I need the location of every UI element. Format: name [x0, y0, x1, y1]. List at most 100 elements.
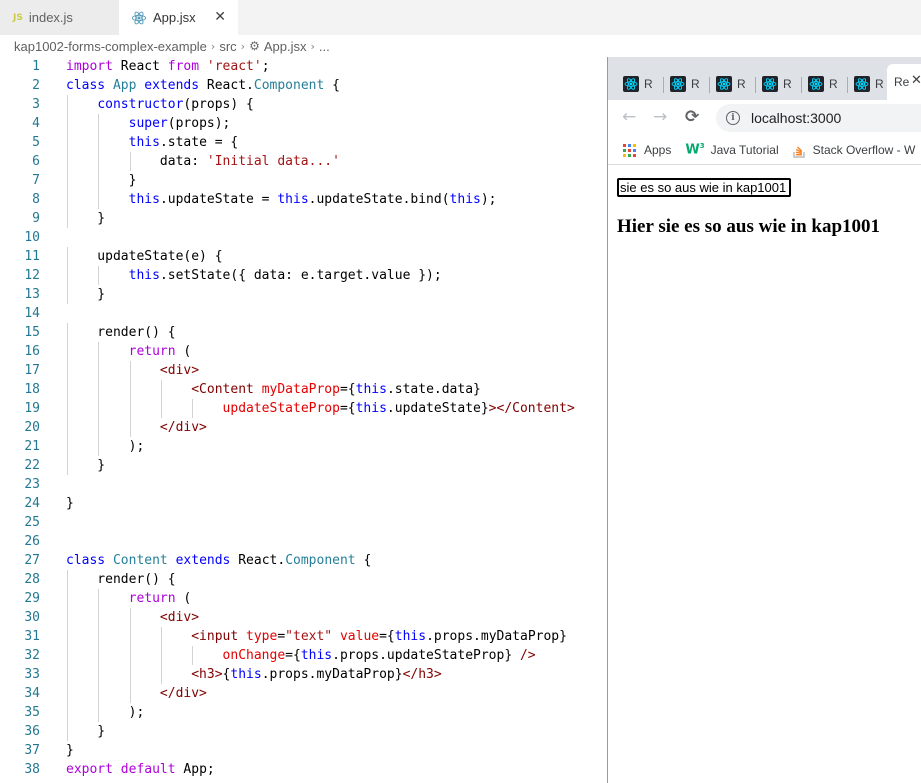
- chevron-right-icon: ›: [210, 39, 216, 53]
- code-line: 32 onChange={this.props.updateStateProp}…: [0, 646, 607, 665]
- code-token: .props.myDataProp}: [261, 667, 403, 682]
- line-number: 25: [24, 515, 40, 530]
- code-token: this: [449, 192, 481, 207]
- close-icon[interactable]: ✕: [911, 73, 921, 88]
- reload-icon[interactable]: ⟳: [685, 109, 699, 126]
- browser-tab[interactable]: R: [623, 73, 659, 95]
- code-text: this.state = {: [66, 133, 239, 152]
- react-favicon-icon: [854, 76, 870, 92]
- bookmark-java-tutorial[interactable]: W3 Java Tutorial: [685, 142, 778, 157]
- browser-tab[interactable]: R: [808, 73, 844, 95]
- code-token: =: [277, 629, 286, 644]
- tab-separator: [847, 77, 848, 93]
- code-text: super(props);: [66, 114, 231, 133]
- line-number: 7: [32, 173, 40, 188]
- breadcrumb-folder[interactable]: kap1002-forms-complex-example: [14, 39, 207, 54]
- code-token: .state = {: [159, 135, 239, 150]
- code-line: 20 </div>: [0, 418, 607, 437]
- code-editor[interactable]: 1 import React from 'react'; 2 class App ex…: [0, 56, 607, 783]
- code-line: 28 render() {: [0, 570, 607, 589]
- code-text: updateStateProp={this.updateState}></Con…: [66, 399, 575, 418]
- back-arrow-icon[interactable]: ←: [622, 109, 636, 126]
- forward-arrow-icon[interactable]: →: [653, 109, 667, 126]
- browser-tab-label: R: [691, 77, 700, 91]
- breadcrumb-folder[interactable]: src: [219, 39, 236, 54]
- code-line: 11 updateState(e) {: [0, 247, 607, 266]
- code-token: React: [112, 59, 168, 74]
- browser-tab[interactable]: R: [670, 73, 706, 95]
- code-token: class: [66, 78, 106, 93]
- address-bar[interactable]: i localhost:3000: [716, 104, 921, 132]
- code-text: return (: [66, 589, 192, 608]
- page-text-input[interactable]: [617, 178, 791, 197]
- code-token: .updateState}: [386, 401, 489, 416]
- code-text: constructor(props) {: [66, 95, 254, 114]
- code-text: }: [66, 494, 74, 513]
- code-token: ={: [379, 629, 395, 644]
- code-token: App: [112, 78, 137, 93]
- code-token: <Content: [191, 382, 254, 397]
- code-token: data:: [66, 154, 207, 169]
- bookmark-apps[interactable]: Apps: [623, 143, 671, 157]
- code-line: 22 }: [0, 456, 607, 475]
- code-token: (: [175, 591, 192, 606]
- code-token: </h3>: [402, 667, 442, 682]
- code-line: 18 <Content myDataProp={this.state.data}: [0, 380, 607, 399]
- code-token: this: [300, 648, 333, 663]
- browser-tab-label: R: [875, 77, 884, 91]
- breadcrumb-file[interactable]: App.jsx: [264, 39, 307, 54]
- code-line: 16 return (: [0, 342, 607, 361]
- browser-tab-active[interactable]: Re ✕: [887, 64, 921, 100]
- code-token: }: [66, 211, 106, 226]
- code-text: onChange={this.props.updateStateProp} />: [66, 646, 536, 665]
- code-line: 38 export default App;: [0, 760, 607, 779]
- code-token: import: [66, 59, 113, 74]
- code-line: 6 data: 'Initial data...': [0, 152, 607, 171]
- browser-tab[interactable]: R: [854, 73, 890, 95]
- tab-app-jsx[interactable]: App.jsx ✕: [119, 0, 238, 35]
- tab-separator: [755, 77, 756, 93]
- info-icon[interactable]: i: [726, 111, 740, 125]
- code-token: updateStateProp: [222, 401, 340, 416]
- code-token: extends: [175, 553, 231, 568]
- browser-tab[interactable]: R: [762, 73, 798, 95]
- code-text: );: [66, 703, 145, 722]
- code-line: 31 <input type="text" value={this.props.…: [0, 627, 607, 646]
- code-token: <div>: [159, 363, 200, 378]
- breadcrumb-symbol[interactable]: ...: [319, 39, 330, 54]
- code-token: .setState({ data: e.target.value });: [159, 268, 442, 283]
- line-number: 8: [32, 192, 40, 207]
- code-token: ={: [339, 382, 356, 397]
- code-text: return (: [66, 342, 192, 361]
- line-number: 13: [24, 287, 40, 302]
- line-number: 27: [24, 553, 40, 568]
- code-token: "text": [285, 629, 333, 644]
- code-token: {: [324, 78, 340, 93]
- close-icon[interactable]: ✕: [214, 9, 226, 25]
- line-number: 12: [24, 268, 40, 283]
- line-number: 18: [24, 382, 40, 397]
- chevron-right-icon: ›: [310, 39, 315, 53]
- code-line: 21 );: [0, 437, 607, 456]
- code-token: return: [128, 591, 176, 606]
- code-token: (props);: [167, 116, 231, 131]
- code-token: App;: [175, 762, 215, 777]
- bookmark-stack-overflow[interactable]: Stack Overflow - W: [792, 143, 915, 158]
- code-token: .props.myDataProp}: [426, 629, 567, 644]
- code-line: 12 this.setState({ data: e.target.value …: [0, 266, 607, 285]
- browser-tab[interactable]: R: [716, 73, 752, 95]
- apps-grid-icon: [623, 143, 636, 157]
- code-token: React.: [199, 78, 254, 93]
- tab-index-js[interactable]: JS index.js: [0, 0, 119, 35]
- code-token: value: [339, 629, 380, 644]
- code-token: (: [175, 344, 192, 359]
- code-text: <h3>{this.props.myDataProp}</h3>: [66, 665, 442, 684]
